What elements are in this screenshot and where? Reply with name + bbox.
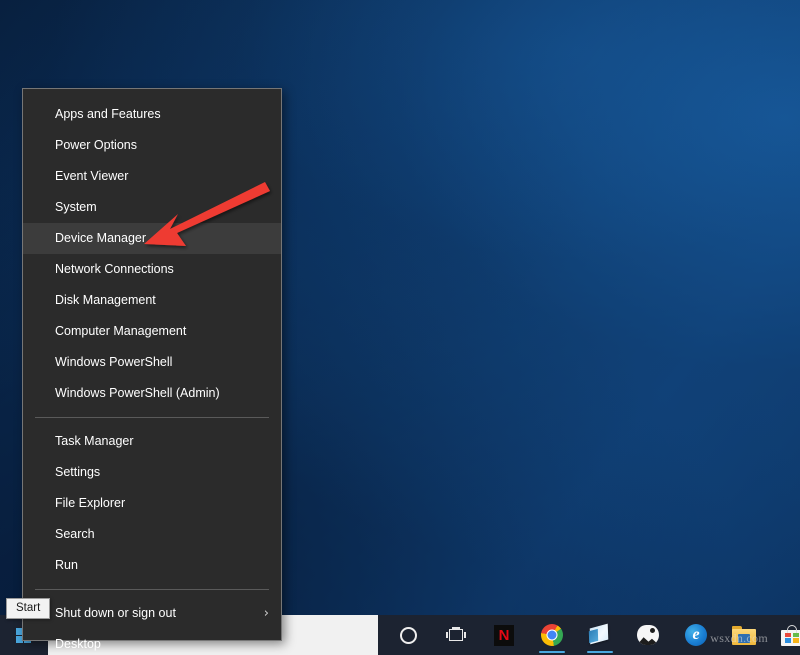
menu-item-label: Apps and Features [55, 107, 161, 121]
menu-item-label: Run [55, 558, 78, 572]
menu-separator-2 [35, 589, 269, 590]
chevron-right-icon: › [264, 598, 269, 629]
menu-item-network-connections[interactable]: Network Connections [23, 254, 281, 285]
menu-item-label: Windows PowerShell (Admin) [55, 386, 220, 400]
power-user-menu[interactable]: Apps and Features Power Options Event Vi… [22, 88, 282, 641]
microsoft-store-icon[interactable] [768, 615, 800, 655]
cortana-icon[interactable] [384, 615, 432, 655]
menu-item-task-manager[interactable]: Task Manager [23, 426, 281, 457]
menu-item-event-viewer[interactable]: Event Viewer [23, 161, 281, 192]
photos-icon[interactable] [624, 615, 672, 655]
menu-group-tools: Task Manager Settings File Explorer Sear… [23, 426, 281, 581]
taskbar-icon-strip: N e [378, 615, 800, 655]
folder-glyph [732, 626, 756, 645]
menu-item-label: Event Viewer [55, 169, 128, 183]
menu-item-file-explorer[interactable]: File Explorer [23, 488, 281, 519]
file-explorer-icon[interactable] [720, 615, 768, 655]
office-icon[interactable] [576, 615, 624, 655]
menu-item-label: Power Options [55, 138, 137, 152]
start-tooltip-label: Start [16, 602, 40, 614]
menu-item-label: Device Manager [55, 231, 146, 245]
menu-item-apps-and-features[interactable]: Apps and Features [23, 99, 281, 130]
menu-item-label: Desktop [55, 637, 101, 651]
menu-item-label: Shut down or sign out [55, 606, 176, 620]
menu-item-windows-powershell-admin[interactable]: Windows PowerShell (Admin) [23, 378, 281, 409]
menu-item-power-options[interactable]: Power Options [23, 130, 281, 161]
menu-item-computer-management[interactable]: Computer Management [23, 316, 281, 347]
menu-top-padding [23, 89, 281, 99]
menu-item-label: Computer Management [55, 324, 186, 338]
menu-item-label: Windows PowerShell [55, 355, 172, 369]
menu-item-label: Task Manager [55, 434, 134, 448]
menu-item-desktop[interactable]: Desktop [23, 629, 281, 655]
edge-glyph: e [685, 624, 707, 646]
menu-item-device-manager[interactable]: Device Manager [23, 223, 281, 254]
start-tooltip: Start [6, 598, 50, 619]
menu-item-label: Search [55, 527, 95, 541]
menu-group-system: Apps and Features Power Options Event Vi… [23, 99, 281, 409]
menu-item-system[interactable]: System [23, 192, 281, 223]
menu-item-label: Settings [55, 465, 100, 479]
menu-item-label: Network Connections [55, 262, 174, 276]
desktop-screen: Apps and Features Power Options Event Vi… [0, 0, 800, 655]
edge-icon[interactable]: e [672, 615, 720, 655]
task-view-icon[interactable] [432, 615, 480, 655]
cortana-circle-glyph [400, 627, 417, 644]
chrome-glyph [541, 624, 563, 646]
menu-item-label: System [55, 200, 97, 214]
task-view-glyph [446, 627, 466, 643]
office-glyph [588, 625, 612, 646]
menu-item-search[interactable]: Search [23, 519, 281, 550]
menu-item-label: File Explorer [55, 496, 125, 510]
menu-item-settings[interactable]: Settings [23, 457, 281, 488]
menu-item-disk-management[interactable]: Disk Management [23, 285, 281, 316]
menu-item-run[interactable]: Run [23, 550, 281, 581]
store-glyph [781, 625, 800, 646]
photos-glyph [637, 625, 659, 645]
netflix-glyph: N [494, 625, 514, 646]
menu-separator-1 [35, 417, 269, 418]
menu-item-shut-down-or-sign-out[interactable]: Shut down or sign out › [23, 598, 281, 629]
menu-group-session: Shut down or sign out › Desktop [23, 598, 281, 655]
netflix-icon[interactable]: N [480, 615, 528, 655]
menu-item-label: Disk Management [55, 293, 156, 307]
chrome-icon[interactable] [528, 615, 576, 655]
menu-item-windows-powershell[interactable]: Windows PowerShell [23, 347, 281, 378]
